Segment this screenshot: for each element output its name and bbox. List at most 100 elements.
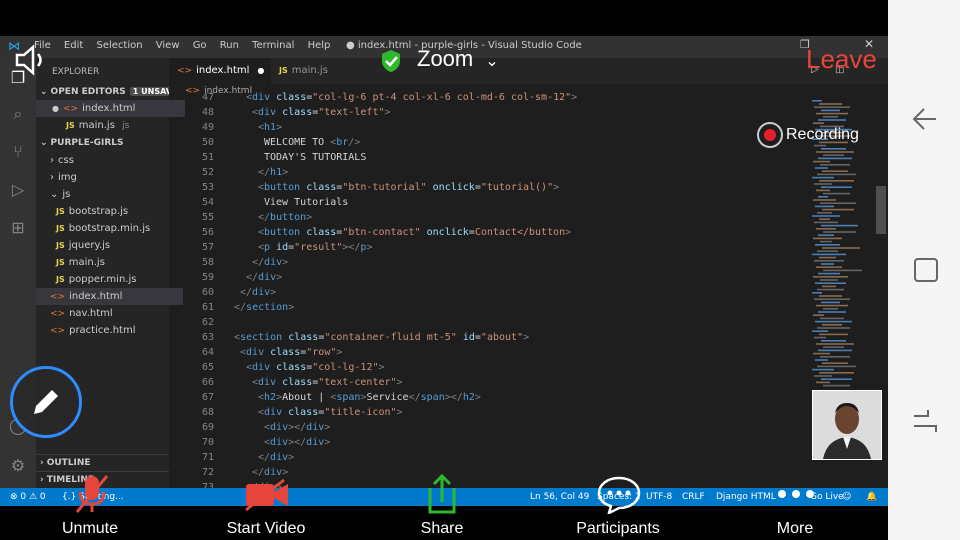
minimap-line xyxy=(812,100,822,102)
minimap-line xyxy=(821,301,840,304)
minimap-line xyxy=(812,292,822,294)
menu-run[interactable]: Run xyxy=(220,40,239,51)
recording-label[interactable]: Recording xyxy=(786,126,859,144)
minimap-line xyxy=(816,266,842,268)
bell-icon[interactable]: 🔔 xyxy=(866,488,877,506)
editor-scrollbar[interactable] xyxy=(876,186,886,234)
tree-item-label: img xyxy=(58,172,77,183)
open-editors-header[interactable]: ⌄ OPEN EDITORS 1 UNSAVED xyxy=(36,83,188,100)
minimap-line xyxy=(814,144,826,147)
code-line: </div> xyxy=(258,452,295,463)
chevron-right-icon: › xyxy=(40,458,44,468)
minimap-line xyxy=(815,282,846,284)
tree-item-label: index.html xyxy=(69,291,123,302)
line-number: 69 xyxy=(201,422,214,433)
code-line: <section class="container-fluid mt-5" id… xyxy=(234,332,530,343)
minimap-line xyxy=(814,183,832,185)
menu-go[interactable]: Go xyxy=(193,40,207,51)
participant-video-thumbnail[interactable] xyxy=(812,390,882,460)
line-number-gutter: 47 48 49 50 51 52 53 54 55 56 57 58 59 60 61 62 63 64 65 66… xyxy=(169,92,214,493)
unsaved-dot-icon: ● xyxy=(257,66,265,75)
meeting-title[interactable]: Zoom ⌄ xyxy=(417,46,499,72)
tree-item[interactable]: JS jquery.js xyxy=(36,237,189,254)
run-debug-icon[interactable]: ▷ xyxy=(8,180,28,200)
code-line: <button class="btn-contact" onclick=Cont… xyxy=(258,227,572,238)
tree-item[interactable]: JS popper.min.js xyxy=(36,271,189,288)
more-dots-icon[interactable] xyxy=(774,486,818,505)
minimap-line xyxy=(818,311,846,313)
menu-bar: File Edit Selection View Go Run Terminal… xyxy=(34,40,340,51)
line-number: 57 xyxy=(201,242,214,253)
problems-status[interactable]: ⊗ 0 ⚠ 0 xyxy=(10,488,46,506)
minimap-line xyxy=(814,298,850,300)
project-header[interactable]: ⌄ PURPLE-GIRLS xyxy=(36,135,169,152)
tree-item[interactable]: JS bootstrap.min.js xyxy=(36,220,189,237)
minimap-line xyxy=(814,106,850,108)
share-screen-icon[interactable] xyxy=(424,472,460,520)
minimap-line xyxy=(822,324,842,326)
editor-tabs: <> index.html ● JS main.js ▷ ◫ xyxy=(169,58,888,84)
menu-view[interactable]: View xyxy=(156,40,180,51)
tree-item[interactable]: <> practice.html xyxy=(36,322,183,339)
recent-apps-icon[interactable] xyxy=(910,406,940,436)
cursor-position[interactable]: Ln 56, Col 49 xyxy=(530,488,589,506)
start-video-button[interactable]: Start Video xyxy=(206,520,326,538)
code-line: <div></div> xyxy=(264,437,331,448)
search-icon[interactable]: ⌕ xyxy=(8,104,28,124)
code-line: WELCOME TO <br/> xyxy=(264,137,361,148)
minimap-line xyxy=(818,157,852,160)
menu-edit[interactable]: Edit xyxy=(64,40,83,51)
tree-item-active[interactable]: <> index.html xyxy=(36,288,183,305)
menu-terminal[interactable]: Terminal xyxy=(252,40,294,51)
tree-item[interactable]: <> nav.html xyxy=(36,305,183,322)
minimap-line xyxy=(814,375,832,377)
participants-chat-icon[interactable] xyxy=(597,476,641,518)
menu-selection[interactable]: Selection xyxy=(96,40,142,51)
unmute-button[interactable]: Unmute xyxy=(30,520,150,538)
line-number: 68 xyxy=(201,407,214,418)
line-number: 49 xyxy=(201,122,214,133)
minimap-line xyxy=(817,365,856,368)
line-number: 48 xyxy=(201,107,214,118)
speaker-icon[interactable] xyxy=(14,44,52,82)
tree-item[interactable]: JS bootstrap.js xyxy=(36,203,189,220)
line-number: 53 xyxy=(201,182,214,193)
more-button[interactable]: More xyxy=(735,520,855,538)
minimap-line xyxy=(823,116,838,118)
minimap-line xyxy=(822,362,848,364)
open-editor-item[interactable]: ● <> index.html xyxy=(36,100,185,117)
eol-status[interactable]: CRLF xyxy=(682,488,705,506)
tree-item[interactable]: › img xyxy=(36,169,183,186)
tab-index-html[interactable]: <> index.html ● xyxy=(169,58,271,84)
encoding-status[interactable]: UTF-8 xyxy=(646,488,672,506)
code-line: <div class="row"> xyxy=(240,347,343,358)
home-square-icon[interactable] xyxy=(912,256,940,284)
code-editor[interactable]: <div class="col-lg-6 pt-4 col-xl-6 col-m… xyxy=(222,92,810,493)
tree-item[interactable]: ⌄ js xyxy=(36,186,183,203)
chevron-down-icon: ⌄ xyxy=(50,189,59,200)
video-off-icon[interactable] xyxy=(244,478,290,516)
minimap-line xyxy=(823,346,844,348)
share-button[interactable]: Share xyxy=(382,520,502,538)
settings-gear-icon[interactable]: ⚙ xyxy=(8,456,28,476)
tree-item[interactable]: › css xyxy=(36,152,183,169)
pencil-icon xyxy=(34,390,58,414)
extensions-icon[interactable]: ⊞ xyxy=(8,218,28,238)
js-file-icon: JS xyxy=(56,275,65,284)
minimap-line xyxy=(813,352,830,355)
back-arrow-icon[interactable] xyxy=(910,104,940,134)
language-mode[interactable]: Django HTML xyxy=(716,488,776,506)
tab-main-js[interactable]: JS main.js xyxy=(271,58,336,84)
menu-help[interactable]: Help xyxy=(308,40,331,51)
leave-button[interactable]: Leave xyxy=(806,44,877,75)
mic-muted-icon[interactable] xyxy=(75,474,109,518)
minimap-line xyxy=(820,202,856,204)
source-control-icon[interactable]: ⑂ xyxy=(8,142,28,162)
tree-item[interactable]: JS main.js xyxy=(36,254,189,271)
outline-header[interactable]: › OUTLINE xyxy=(36,454,169,472)
code-line: </section> xyxy=(234,302,295,313)
feedback-icon[interactable]: ☺ xyxy=(842,488,851,506)
participants-button[interactable]: Participants xyxy=(558,520,678,538)
annotate-pencil-button[interactable] xyxy=(10,366,82,438)
minimap-line xyxy=(823,231,856,233)
